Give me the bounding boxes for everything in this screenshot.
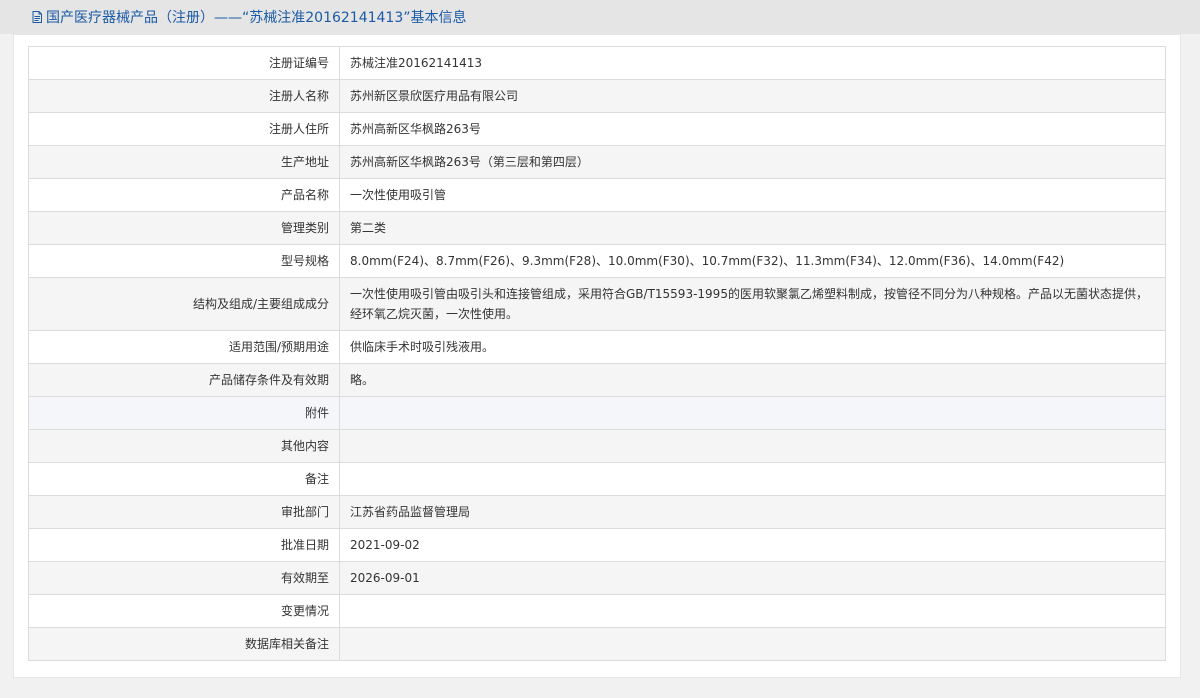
row-value: 苏州高新区华枫路263号 [339, 112, 1166, 146]
table-row: 注册人名称 苏州新区景欣医疗用品有限公司 [28, 79, 1166, 113]
table-row: 备注 [28, 462, 1166, 496]
row-label: 结构及组成/主要组成成分 [28, 277, 340, 331]
row-label: 备注 [28, 462, 340, 496]
row-value: 第二类 [339, 211, 1166, 245]
row-value: 2021-09-02 [339, 528, 1166, 562]
row-label: 数据库相关备注 [28, 627, 340, 661]
document-icon [30, 10, 44, 24]
row-value: 苏州高新区华枫路263号（第三层和第四层） [339, 145, 1166, 179]
row-label: 审批部门 [28, 495, 340, 529]
table-row: 审批部门 江苏省药品监督管理局 [28, 495, 1166, 529]
row-label: 变更情况 [28, 594, 340, 628]
table-row: 附件 [28, 396, 1166, 430]
table-row: 注册人住所 苏州高新区华枫路263号 [28, 112, 1166, 146]
page-header: 国产医疗器械产品（注册）——“苏械注准20162141413”基本信息 [0, 0, 1200, 34]
row-value: 供临床手术时吸引残液用。 [339, 330, 1166, 364]
table-row: 产品名称 一次性使用吸引管 [28, 178, 1166, 212]
table-row: 注册证编号 苏械注准20162141413 [28, 46, 1166, 80]
row-value [339, 462, 1166, 496]
row-value: 一次性使用吸引管 [339, 178, 1166, 212]
table-row: 生产地址 苏州高新区华枫路263号（第三层和第四层） [28, 145, 1166, 179]
row-label: 有效期至 [28, 561, 340, 595]
row-value [339, 396, 1166, 430]
row-label: 型号规格 [28, 244, 340, 278]
row-value [339, 429, 1166, 463]
table-row: 数据库相关备注 [28, 627, 1166, 661]
row-value: 苏械注准20162141413 [339, 46, 1166, 80]
row-value: 江苏省药品监督管理局 [339, 495, 1166, 529]
row-label: 产品名称 [28, 178, 340, 212]
row-value: 苏州新区景欣医疗用品有限公司 [339, 79, 1166, 113]
table-row: 结构及组成/主要组成成分 一次性使用吸引管由吸引头和连接管组成，采用符合GB/T… [28, 277, 1166, 331]
row-label: 注册人住所 [28, 112, 340, 146]
row-value [339, 594, 1166, 628]
row-label: 附件 [28, 396, 340, 430]
table-row: 批准日期 2021-09-02 [28, 528, 1166, 562]
table-row: 其他内容 [28, 429, 1166, 463]
info-table: 注册证编号 苏械注准20162141413 注册人名称 苏州新区景欣医疗用品有限… [28, 46, 1166, 661]
row-label: 产品储存条件及有效期 [28, 363, 340, 397]
row-value: 2026-09-01 [339, 561, 1166, 595]
table-row: 适用范围/预期用途 供临床手术时吸引残液用。 [28, 330, 1166, 364]
row-label: 其他内容 [28, 429, 340, 463]
page-title: 国产医疗器械产品（注册）——“苏械注准20162141413”基本信息 [46, 10, 467, 26]
row-label: 适用范围/预期用途 [28, 330, 340, 364]
row-label: 管理类别 [28, 211, 340, 245]
row-value: 一次性使用吸引管由吸引头和连接管组成，采用符合GB/T15593-1995的医用… [339, 277, 1166, 331]
info-card: 注册证编号 苏械注准20162141413 注册人名称 苏州新区景欣医疗用品有限… [13, 34, 1181, 678]
row-value [339, 627, 1166, 661]
row-label: 批准日期 [28, 528, 340, 562]
table-row: 有效期至 2026-09-01 [28, 561, 1166, 595]
row-label: 注册人名称 [28, 79, 340, 113]
row-label: 生产地址 [28, 145, 340, 179]
table-row: 产品储存条件及有效期 略。 [28, 363, 1166, 397]
table-row: 变更情况 [28, 594, 1166, 628]
row-label: 注册证编号 [28, 46, 340, 80]
row-value: 略。 [339, 363, 1166, 397]
row-value: 8.0mm(F24)、8.7mm(F26)、9.3mm(F28)、10.0mm(… [339, 244, 1166, 278]
table-row: 管理类别 第二类 [28, 211, 1166, 245]
table-row: 型号规格 8.0mm(F24)、8.7mm(F26)、9.3mm(F28)、10… [28, 244, 1166, 278]
